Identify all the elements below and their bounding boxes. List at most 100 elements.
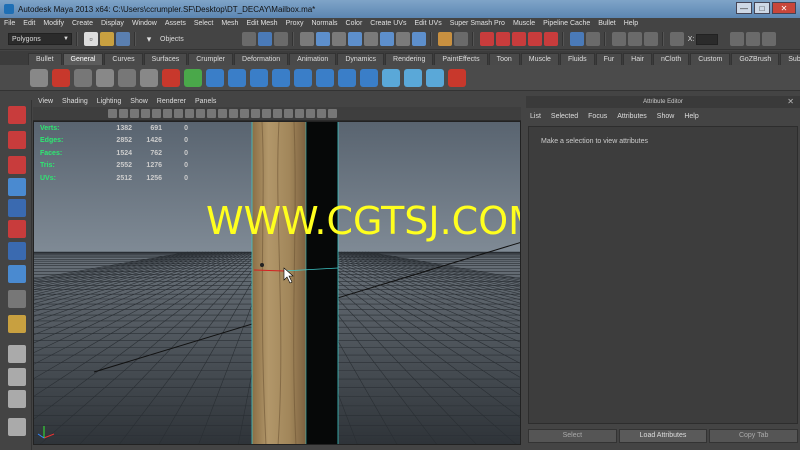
shelf-tool-icon[interactable]: [118, 68, 136, 87]
camera-attributes-icon[interactable]: [119, 109, 128, 118]
menu-normals[interactable]: Normals: [311, 20, 337, 27]
copy-tab-button[interactable]: Copy Tab: [709, 429, 799, 443]
shelf-tab-crumpler[interactable]: Crumpler: [188, 53, 234, 65]
safe-action-icon[interactable]: [207, 109, 216, 118]
menu-pipeline-cache[interactable]: Pipeline Cache: [543, 20, 590, 27]
shelf-tab-muscle[interactable]: Muscle: [520, 53, 559, 65]
wireframe-on-shaded-icon[interactable]: [240, 109, 249, 118]
shelf-tool-icon[interactable]: [338, 68, 356, 87]
menu-create-uvs[interactable]: Create UVs: [370, 20, 406, 27]
menu-display[interactable]: Display: [101, 20, 124, 27]
attr-menu-list[interactable]: List: [530, 113, 541, 120]
attr-menu-focus[interactable]: Focus: [588, 113, 607, 120]
viewport-menu-renderer[interactable]: Renderer: [157, 98, 186, 105]
show-manipulator-icon[interactable]: [8, 290, 26, 308]
shelf-help-icon[interactable]: [52, 68, 70, 87]
select-by-rendering-icon[interactable]: [395, 32, 410, 46]
shelf-tool-icon[interactable]: [382, 68, 400, 87]
attribute-editor-close-icon[interactable]: ✕: [787, 96, 794, 108]
shelf-tab-rendering[interactable]: Rendering: [385, 53, 434, 65]
shelf-tool-icon[interactable]: [140, 68, 158, 87]
menu-color[interactable]: Color: [346, 20, 363, 27]
shelf-tab-painteffects[interactable]: PaintEffects: [434, 53, 488, 65]
resolution-gate-icon[interactable]: [174, 109, 183, 118]
construction-history-icon[interactable]: [585, 32, 600, 46]
menu-bullet[interactable]: Bullet: [598, 20, 616, 27]
shelf-tab-fur[interactable]: Fur: [595, 53, 623, 65]
viewport-menu-view[interactable]: View: [38, 98, 53, 105]
shelf-tab-bullet[interactable]: Bullet: [28, 53, 62, 65]
channel-box-icon[interactable]: [730, 32, 745, 46]
perspective-viewport[interactable]: Verts: 1382 691 0 Edges: 2852 1426 0 Faces: 1524 7…: [33, 121, 521, 445]
new-scene-icon[interactable]: ▫: [84, 32, 98, 46]
shelf-tab-animation[interactable]: Animation: [289, 53, 337, 65]
object-mode-icon[interactable]: [257, 32, 272, 46]
single-perspective-layout-icon[interactable]: [8, 345, 26, 363]
shelf-tool-icon[interactable]: [250, 68, 268, 87]
viewport-menu-shading[interactable]: Shading: [62, 98, 88, 105]
shadows-icon[interactable]: [273, 109, 282, 118]
shelf-tool-icon[interactable]: [162, 68, 180, 87]
ambient-occlusion-icon[interactable]: [328, 109, 337, 118]
film-gate-icon[interactable]: [163, 109, 172, 118]
highlight-selection-icon[interactable]: [453, 32, 468, 46]
lights-icon[interactable]: [262, 109, 271, 118]
menu-window[interactable]: Window: [132, 20, 157, 27]
shelf-tool-icon[interactable]: [184, 68, 202, 87]
xray-icon[interactable]: [295, 109, 304, 118]
hypergraph-layout-icon[interactable]: [8, 418, 26, 436]
shelf-tab-general[interactable]: General: [62, 53, 104, 65]
shelf-tab-hair[interactable]: Hair: [623, 53, 652, 65]
select-by-surfaces-icon[interactable]: [347, 32, 362, 46]
render-settings-icon[interactable]: [643, 32, 658, 46]
attr-menu-help[interactable]: Help: [684, 113, 698, 120]
menu-edit[interactable]: Edit: [23, 20, 35, 27]
menu-modify[interactable]: Modify: [43, 20, 64, 27]
load-attributes-button[interactable]: Load Attributes: [618, 429, 708, 443]
tool-settings-icon[interactable]: [762, 32, 777, 46]
shelf-tab-toon[interactable]: Toon: [488, 53, 520, 65]
select-by-deformations-icon[interactable]: [363, 32, 378, 46]
select-by-misc-icon[interactable]: [411, 32, 426, 46]
menu-edit-uvs[interactable]: Edit UVs: [414, 20, 441, 27]
attr-menu-attributes[interactable]: Attributes: [617, 113, 647, 120]
shelf-tab-subdivs[interactable]: Subdivs: [780, 53, 800, 65]
snap-view-plane-icon[interactable]: [527, 32, 542, 46]
selection-mode-icon[interactable]: ▾: [142, 32, 156, 46]
menu-file[interactable]: File: [4, 20, 15, 27]
shelf-tab-gozbrush[interactable]: GoZBrush: [731, 53, 780, 65]
soft-modification-icon[interactable]: [8, 265, 26, 283]
shelf-tab-ncloth[interactable]: nCloth: [653, 53, 690, 65]
rotate-tool-icon[interactable]: [8, 199, 26, 217]
bookmark-icon[interactable]: [130, 109, 139, 118]
shelf-tool-icon[interactable]: [294, 68, 312, 87]
smooth-shade-icon[interactable]: [229, 109, 238, 118]
shelf-tab-surfaces[interactable]: Surfaces: [143, 53, 188, 65]
select-by-handles-icon[interactable]: [299, 32, 314, 46]
grid-toggle-icon[interactable]: [152, 109, 161, 118]
menu-muscle[interactable]: Muscle: [513, 20, 535, 27]
textured-icon[interactable]: [251, 109, 260, 118]
shelf-tab-fluids[interactable]: Fluids: [559, 53, 595, 65]
menu-set-selector[interactable]: Polygons: [8, 33, 72, 45]
persp-outliner-layout-icon[interactable]: [8, 390, 26, 408]
universal-manipulator-icon[interactable]: [8, 242, 26, 260]
shelf-tab-deformation[interactable]: Deformation: [234, 53, 289, 65]
shelf-tool-icon[interactable]: [426, 68, 444, 87]
input-output-icon[interactable]: [569, 32, 584, 46]
make-live-icon[interactable]: [543, 32, 558, 46]
menu-create[interactable]: Create: [72, 20, 93, 27]
move-tool-icon[interactable]: [8, 178, 26, 196]
xray-joints-icon[interactable]: [306, 109, 315, 118]
open-scene-icon[interactable]: [100, 32, 114, 46]
menu-proxy[interactable]: Proxy: [286, 20, 304, 27]
shelf-tool-icon[interactable]: [404, 68, 422, 87]
viewport-menu-panels[interactable]: Panels: [195, 98, 216, 105]
snap-point-icon[interactable]: [511, 32, 526, 46]
shelf-tool-icon[interactable]: [206, 68, 224, 87]
select-by-curves-icon[interactable]: [331, 32, 346, 46]
shelf-tab-curves[interactable]: Curves: [104, 53, 143, 65]
high-quality-icon[interactable]: [317, 109, 326, 118]
shelf-tool-icon[interactable]: [272, 68, 290, 87]
menu-assets[interactable]: Assets: [165, 20, 186, 27]
